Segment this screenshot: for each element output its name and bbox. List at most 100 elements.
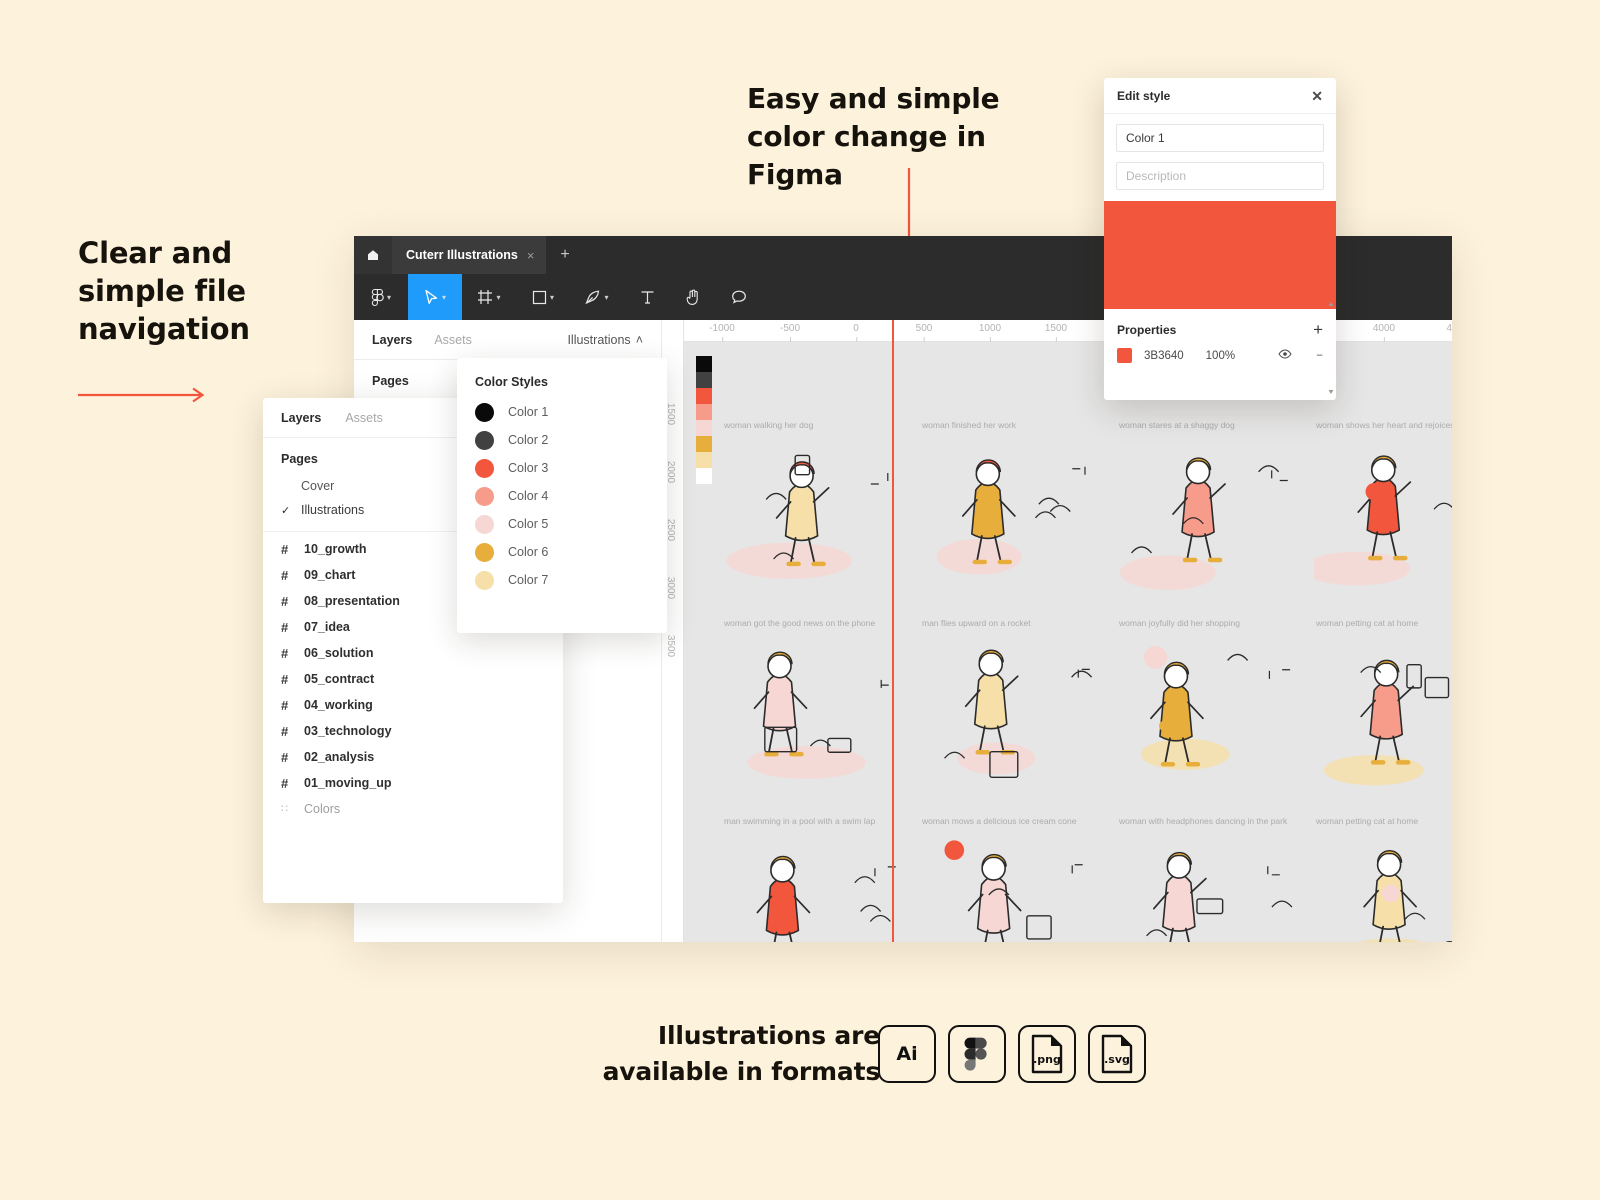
frame-label: woman got the good news on the phone (724, 618, 876, 628)
illustration-frame[interactable] (1314, 830, 1452, 942)
page-selector[interactable]: Illustrations ˄ (567, 333, 643, 347)
add-property-button[interactable]: + (1313, 321, 1323, 338)
frame-label: woman joyfully did her shopping (1119, 618, 1240, 628)
comment-tool[interactable] (716, 274, 762, 320)
arrow-right-icon (78, 387, 205, 403)
format-svg[interactable]: .svg (1088, 1025, 1146, 1083)
layer-item[interactable]: #04_working (263, 692, 563, 718)
illustration-frame[interactable] (1303, 434, 1452, 607)
layer-item[interactable]: #05_contract (263, 666, 563, 692)
file-icon: .svg (1101, 1034, 1133, 1074)
format-badges: Ai .png .svg (878, 1025, 1146, 1083)
color-styles-popover: Color Styles Color 1 Color 2 Color 3 Color … (457, 358, 667, 633)
hand-tool[interactable] (670, 274, 716, 320)
layer-item-label: 01_moving_up (304, 776, 392, 790)
property-hex[interactable]: 3B3640 (1144, 350, 1184, 362)
format-figma[interactable] (948, 1025, 1006, 1083)
color-style-item[interactable]: Color 3 (457, 454, 667, 482)
illustration-frame[interactable] (1117, 632, 1295, 805)
layer-item[interactable]: #03_technology (263, 718, 563, 744)
layer-item-label: Colors (304, 801, 341, 816)
left-panel-tabs: Layers Assets Illustrations ˄ (354, 320, 661, 360)
color-style-label: Color 3 (508, 461, 549, 475)
layer-item-label: 08_presentation (304, 594, 400, 608)
eye-icon[interactable] (1278, 349, 1292, 362)
ruler-tick-label: -1000 (709, 323, 735, 342)
palette-swatch (696, 468, 712, 484)
color-style-item[interactable]: Color 6 (457, 538, 667, 566)
illustration-frame[interactable] (1117, 830, 1295, 942)
layer-item[interactable]: #02_analysis (263, 744, 563, 770)
frame-label: woman finished her work (922, 420, 1017, 430)
edit-style-popover: Edit style ✕ Color 1 Description Propert… (1104, 78, 1336, 400)
figma-menu-tool[interactable]: ▾ (354, 274, 408, 320)
close-tab-icon[interactable]: × (527, 248, 535, 263)
illustration-frame[interactable] (722, 632, 900, 805)
illustration-frame[interactable] (920, 830, 1098, 942)
color-style-label: Color 1 (508, 405, 549, 419)
check-icon: ✓ (281, 504, 291, 517)
color-swatch-icon (475, 430, 494, 450)
move-tool[interactable]: ▾ (408, 274, 462, 320)
frame-hash-icon: # (281, 697, 289, 713)
tab-assets[interactable]: Assets (434, 333, 472, 347)
illustration-frame[interactable] (722, 434, 900, 607)
property-swatch[interactable] (1117, 348, 1132, 363)
frame-hash-icon: # (281, 645, 289, 661)
color-style-item[interactable]: Color 2 (457, 426, 667, 454)
ruler-tick-label: 500 (916, 323, 932, 342)
layer-item-label: 10_growth (304, 542, 367, 556)
figma-canvas[interactable]: -1000-500050010001500400045 150020002500… (662, 320, 1452, 942)
illustration-frame[interactable] (722, 830, 900, 942)
frame-tool[interactable]: ▾ (462, 274, 516, 320)
color-style-item[interactable]: Color 1 (457, 398, 667, 426)
style-name-field[interactable]: Color 1 (1116, 124, 1324, 152)
color-style-item[interactable]: Color 7 (457, 566, 667, 594)
illustration-frame[interactable] (1314, 632, 1452, 805)
color-swatch-icon (475, 458, 494, 478)
palette-swatch (696, 436, 712, 452)
style-description-field[interactable]: Description (1116, 162, 1324, 190)
layer-item[interactable]: ∷ Colors (263, 796, 563, 821)
property-opacity[interactable]: 100% (1206, 350, 1235, 362)
layer-item[interactable]: #01_moving_up (263, 770, 563, 796)
color-swatch-icon (475, 542, 494, 562)
frame-hash-icon: # (281, 775, 289, 791)
new-tab-button[interactable]: + (546, 236, 583, 274)
remove-property-button[interactable]: − (1316, 350, 1323, 362)
chevron-down-icon: ▾ (549, 292, 554, 302)
close-icon[interactable]: ✕ (1311, 89, 1323, 103)
color-style-label: Color 6 (508, 545, 549, 559)
palette-swatch (696, 452, 712, 468)
format-png[interactable]: .png (1018, 1025, 1076, 1083)
color-styles-title: Color Styles (475, 375, 548, 389)
page-item-label: Cover (301, 479, 335, 493)
property-row[interactable]: 3B3640 100% − (1104, 344, 1336, 367)
canvas-palette-column (696, 356, 712, 484)
color-style-item[interactable]: Color 5 (457, 510, 667, 538)
tab-layers[interactable]: Layers (372, 333, 412, 347)
frame-hash-icon: # (281, 723, 289, 739)
format-ai[interactable]: Ai (878, 1025, 936, 1083)
promo-heading-bottom: Illustrations are available in formats (602, 1021, 881, 1086)
color-swatch-icon (475, 570, 494, 590)
color-style-item[interactable]: Color 4 (457, 482, 667, 510)
home-icon[interactable] (354, 236, 392, 274)
frame-label: woman stares at a shaggy dog (1119, 420, 1235, 430)
palette-swatch (696, 420, 712, 436)
scrollbar[interactable] (1328, 300, 1334, 396)
tab-layers[interactable]: Layers (281, 411, 321, 425)
frame-hash-icon: # (281, 567, 289, 583)
layer-item[interactable]: #06_solution (263, 640, 563, 666)
file-tab[interactable]: Cuterr Illustrations × (392, 236, 547, 274)
ruler-tick-label: 45 (1446, 323, 1452, 334)
illustration-frame[interactable] (920, 434, 1098, 607)
illustration-frame[interactable] (1117, 434, 1295, 607)
text-tool[interactable] (624, 274, 670, 320)
tab-assets[interactable]: Assets (345, 411, 383, 425)
pen-tool[interactable]: ▾ (570, 274, 624, 320)
frame-label: man swimming in a pool with a swim lap (724, 816, 876, 826)
frame-label: woman petting cat at home (1316, 816, 1419, 826)
illustration-frame[interactable] (920, 632, 1098, 805)
shape-tool[interactable]: ▾ (516, 274, 570, 320)
